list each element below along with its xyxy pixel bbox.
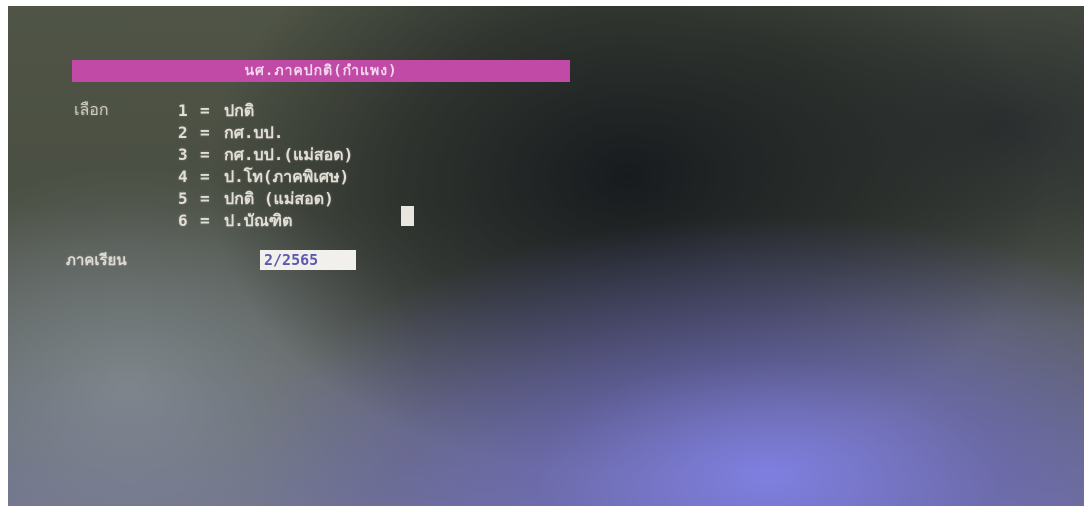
menu-option-number: 3 xyxy=(178,145,188,164)
menu-option-separator: = xyxy=(200,123,210,142)
option-menu: 1 = ปกติ 2 = กศ.บป. 3 = กศ.บป.(แม่สอด) 4 = ป.โท(… xyxy=(178,100,353,232)
menu-option-number: 2 xyxy=(178,123,188,142)
menu-option-label: กศ.บป. xyxy=(224,123,284,142)
menu-option-label: ป.บัณฑิต xyxy=(224,211,293,230)
screen-title-bar: นศ.ภาคปกติ(กำแพง) xyxy=(72,60,570,82)
menu-option-label: กศ.บป.(แม่สอด) xyxy=(224,145,354,164)
menu-option-label: ป.โท(ภาคพิเศษ) xyxy=(224,167,350,186)
menu-option-6[interactable]: 6 = ป.บัณฑิต xyxy=(178,210,353,232)
menu-option-5[interactable]: 5 = ปกติ (แม่สอด) xyxy=(178,188,353,210)
text-cursor[interactable] xyxy=(401,206,414,226)
menu-option-1[interactable]: 1 = ปกติ xyxy=(178,100,353,122)
menu-option-label: ปกติ xyxy=(224,101,255,120)
term-input[interactable] xyxy=(260,250,356,270)
menu-option-number: 6 xyxy=(178,211,188,230)
menu-option-separator: = xyxy=(200,189,210,208)
terminal-screen: นศ.ภาคปกติ(กำแพง) เลือก 1 = ปกติ 2 = กศ.บป. … xyxy=(8,6,1084,506)
menu-option-2[interactable]: 2 = กศ.บป. xyxy=(178,122,353,144)
menu-option-separator: = xyxy=(200,145,210,164)
menu-option-separator: = xyxy=(200,211,210,230)
select-prompt-label: เลือก xyxy=(74,100,109,119)
menu-option-4[interactable]: 4 = ป.โท(ภาคพิเศษ) xyxy=(178,166,353,188)
menu-option-3[interactable]: 3 = กศ.บป.(แม่สอด) xyxy=(178,144,353,166)
menu-option-separator: = xyxy=(200,167,210,186)
menu-option-separator: = xyxy=(200,101,210,120)
menu-option-label: ปกติ (แม่สอด) xyxy=(224,189,334,208)
menu-option-number: 1 xyxy=(178,101,188,120)
term-label: ภาคเรียน xyxy=(66,251,127,269)
menu-option-number: 4 xyxy=(178,167,188,186)
menu-option-number: 5 xyxy=(178,189,188,208)
